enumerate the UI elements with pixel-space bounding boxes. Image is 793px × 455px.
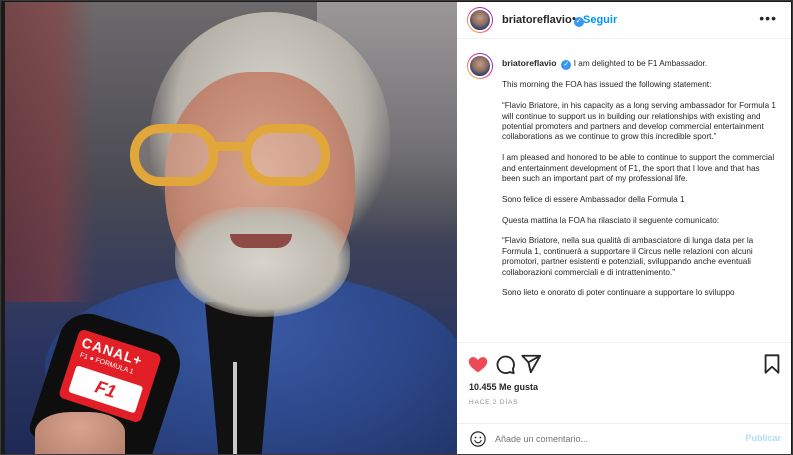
caption-paragraph: I am pleased and honored to be able to c…	[502, 153, 775, 184]
photo-background-red	[5, 2, 95, 302]
avatar[interactable]	[467, 7, 493, 33]
post-actions: 10.455 Me gusta HACE 2 DÍAS	[457, 342, 791, 423]
caption-paragraph: “Flavio Briatore, in his capacity as a l…	[502, 101, 776, 142]
caption-paragraph: This morning the FOA has issued the foll…	[502, 80, 712, 90]
caption-paragraph: “Flavio Briatore, nella sua qualità di a…	[502, 236, 754, 277]
caption-paragraph: Questa mattina la FOA ha rilasciato il s…	[502, 215, 720, 225]
caption-text: briatoreflavio ✓ I am delighted to be F1 …	[502, 58, 780, 309]
post-modal: CANAL+ F1 ● FORMULA 1 F1 briatoreflavio ✓…	[0, 0, 793, 455]
caption-username[interactable]: briatoreflavio	[502, 58, 556, 68]
post-side-panel: briatoreflavio ✓ • Seguir ••• briatorefla…	[457, 2, 791, 454]
post-photo[interactable]: CANAL+ F1 ● FORMULA 1 F1	[5, 2, 457, 454]
verified-badge-icon: ✓	[561, 60, 572, 70]
header-separator: •	[572, 13, 576, 25]
heart-filled-icon[interactable]	[467, 353, 489, 375]
photo-zip	[233, 362, 237, 454]
post-caption: briatoreflavio ✓ I am delighted to be F1 …	[457, 39, 791, 342]
send-icon[interactable]	[520, 353, 542, 375]
photo-glasses	[130, 124, 340, 194]
comment-icon[interactable]	[494, 353, 516, 375]
follow-button[interactable]: Seguir	[583, 14, 617, 26]
caption-line-1: I am delighted to be F1 Ambassador.	[573, 59, 708, 68]
post-comment-button[interactable]: Publicar	[745, 433, 781, 443]
emoji-icon[interactable]	[469, 430, 487, 448]
caption-paragraph: briatoreflavio ✓ I am delighted to be F1 …	[502, 58, 780, 70]
bookmark-icon[interactable]	[761, 353, 783, 375]
post-header: briatoreflavio ✓ • Seguir •••	[457, 2, 791, 39]
header-username-text[interactable]: briatoreflavio	[502, 14, 572, 26]
photo-hand	[35, 412, 125, 454]
caption-paragraph: Sono lieto e onorato di poter continuare…	[502, 288, 735, 298]
likes-count[interactable]: 10.455 Me gusta	[469, 382, 538, 392]
comment-box: Publicar	[457, 423, 791, 454]
photo-beard	[175, 207, 350, 317]
post-time-ago[interactable]: HACE 2 DÍAS	[469, 399, 518, 406]
caption-paragraph: Sono felice di essere Ambassador della F…	[502, 194, 685, 204]
caption-avatar[interactable]	[467, 53, 493, 79]
more-horizontal-icon[interactable]: •••	[759, 10, 777, 26]
photo-mouth	[230, 234, 292, 248]
comment-input[interactable]	[495, 434, 725, 444]
